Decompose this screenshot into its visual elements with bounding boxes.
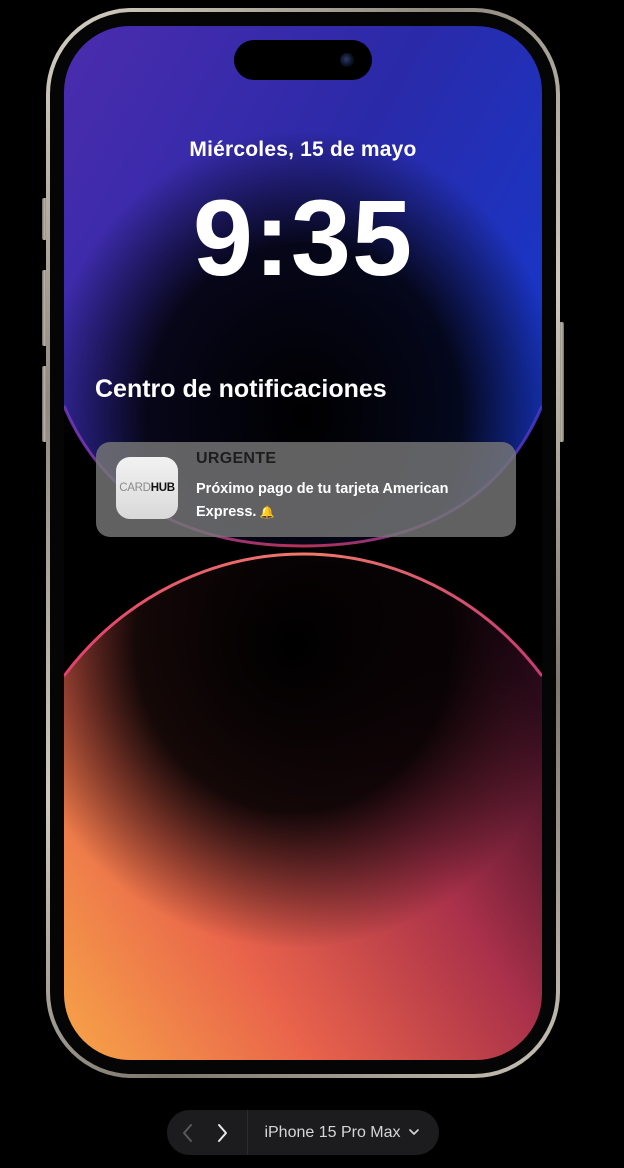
lockscreen-time: 9:35 — [192, 177, 414, 298]
previous-device-button[interactable] — [171, 1110, 205, 1155]
notification-card[interactable]: CARDHUB URGENTE Próximo pago de tu tarje… — [96, 442, 516, 537]
notification-message: Próximo pago de tu tarjeta American Expr… — [196, 481, 449, 520]
chevron-right-icon — [218, 1123, 227, 1142]
lockscreen-date: Miércoles, 15 de mayo — [189, 138, 417, 161]
notification-center-title: Centro de notificaciones — [95, 375, 387, 403]
chevron-left-icon — [183, 1123, 192, 1142]
iphone-bezel: Miércoles, 15 de mayo 9:35 Centro de not… — [50, 12, 556, 1074]
notification-label: URGENTE — [196, 450, 277, 467]
selected-device-label: iPhone 15 Pro Max — [264, 1123, 401, 1141]
cardhub-app-icon: CARDHUB — [116, 457, 178, 519]
device-select-dropdown[interactable]: iPhone 15 Pro Max — [248, 1110, 439, 1155]
device-picker-bar: iPhone 15 Pro Max — [167, 1110, 439, 1155]
next-device-button[interactable] — [205, 1110, 239, 1155]
dynamic-island — [234, 40, 372, 80]
logo-part-hub: HUB — [150, 482, 175, 494]
chevron-down-icon — [408, 1129, 419, 1136]
notification-body: Próximo pago de tu tarjeta American Expr… — [196, 478, 496, 524]
lock-screen: Miércoles, 15 de mayo 9:35 Centro de not… — [64, 26, 542, 1060]
bell-icon: 🔔 — [259, 505, 275, 519]
iphone-frame: Miércoles, 15 de mayo 9:35 Centro de not… — [46, 8, 560, 1078]
front-camera-icon — [340, 53, 354, 67]
simulator-stage: Miércoles, 15 de mayo 9:35 Centro de not… — [0, 0, 624, 1168]
cardhub-logo: CARDHUB — [119, 482, 175, 494]
logo-part-card: CARD — [119, 482, 151, 494]
